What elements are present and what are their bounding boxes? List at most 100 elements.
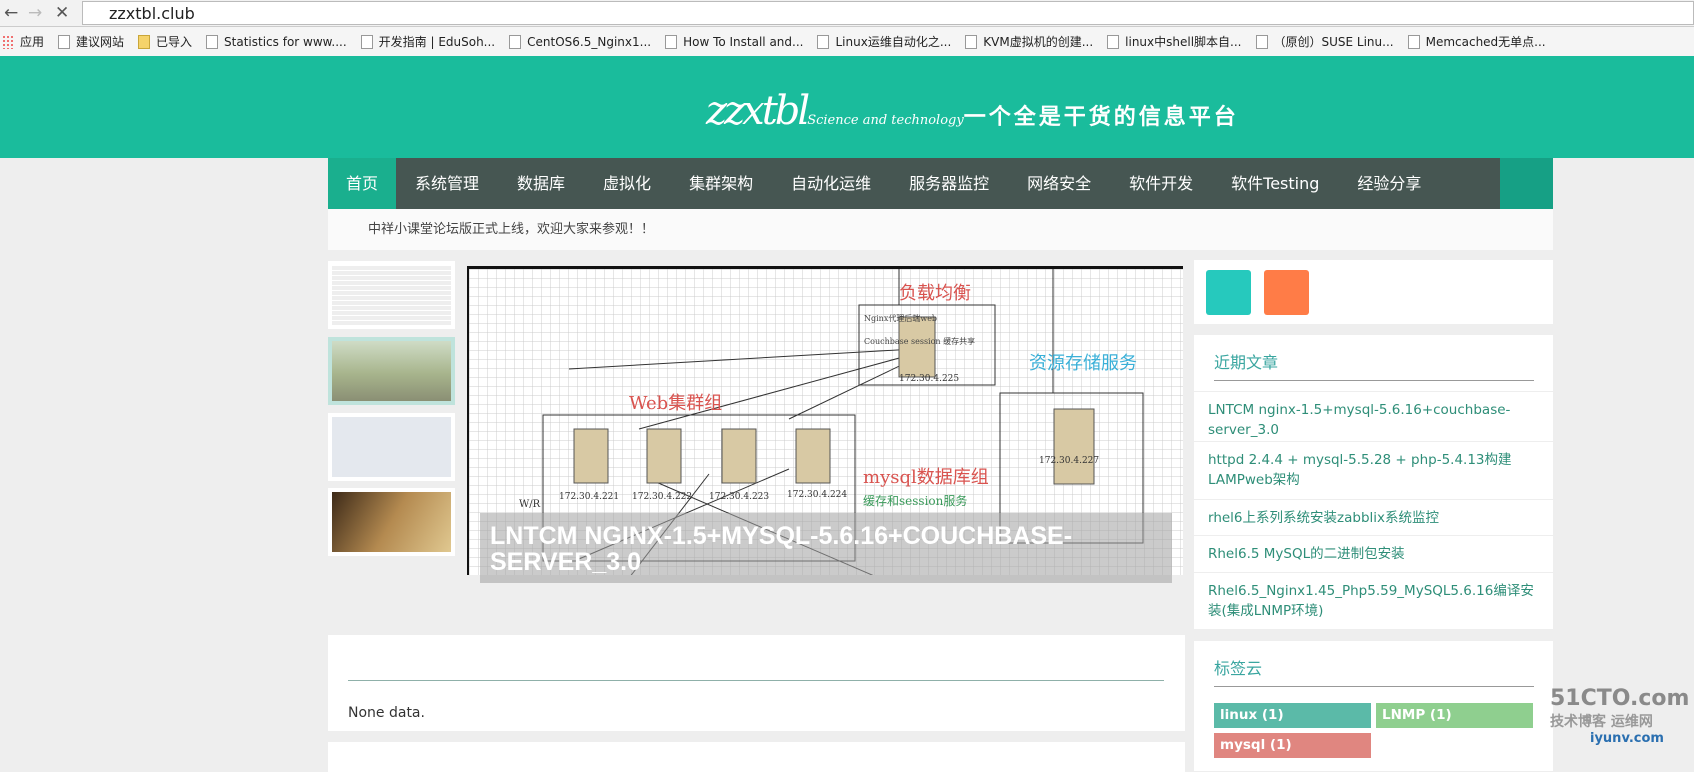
- page-icon: [1255, 34, 1268, 49]
- empty-message: None data.: [348, 705, 425, 721]
- recent-posts-widget: 近期文章 LNTCM nginx-1.5+mysql-5.6.16+couchb…: [1194, 335, 1553, 629]
- label-web-ip-2: 172.30.4.222: [632, 492, 692, 502]
- bookmark-item[interactable]: （原创）SUSE Linu...: [1255, 33, 1394, 50]
- nav-item-6[interactable]: 服务器监控: [890, 158, 1008, 209]
- watermark: 51CTO.com 技术博客 运维网 iyunv.com: [1550, 686, 1689, 746]
- page-icon: [817, 34, 830, 49]
- tag-lnmp[interactable]: LNMP (1): [1376, 703, 1533, 728]
- sidebar-color-box: [1194, 260, 1553, 324]
- bookmark-label: 开发指南 | EduSoh...: [378, 35, 496, 49]
- label-web-ip-4: 172.30.4.224: [787, 490, 847, 500]
- bookmark-item[interactable]: Memcached无单点...: [1407, 33, 1546, 50]
- bookmark-item[interactable]: 开发指南 | EduSoh...: [360, 33, 496, 50]
- nav-item-0[interactable]: 首页: [328, 158, 397, 209]
- watermark-line4: iyunv.com: [1590, 731, 1664, 746]
- page-icon: [1407, 34, 1420, 49]
- bookmark-label: Memcached无单点...: [1425, 35, 1546, 49]
- folder-icon: [138, 34, 151, 49]
- url-text: zzxtbl.club: [109, 4, 195, 23]
- slider-thumb-1[interactable]: [328, 261, 455, 329]
- slogan: 一个全是干货的信息平台: [963, 104, 1239, 130]
- divider: [348, 680, 1164, 681]
- bookmark-item[interactable]: 已导入: [138, 33, 192, 50]
- forward-icon[interactable]: →: [28, 3, 42, 23]
- label-storage: 资源存储服务: [1029, 353, 1137, 374]
- bookmark-label: 应用: [20, 35, 45, 49]
- bookmark-label: （原创）SUSE Linu...: [1273, 35, 1394, 49]
- bookmark-item[interactable]: How To Install and...: [665, 34, 804, 49]
- nav-item-2[interactable]: 数据库: [498, 158, 584, 209]
- nav-item-1[interactable]: 系统管理: [396, 158, 498, 209]
- nav-item-8[interactable]: 软件开发: [1110, 158, 1212, 209]
- label-cache: Couchbase session 缓存共享: [864, 336, 975, 346]
- bookmark-label: Linux运维自动化之...: [835, 35, 952, 49]
- page-icon: [1107, 34, 1120, 49]
- slider-caption[interactable]: LNTCM NGINX-1.5+MYSQL-5.6.16+COUCHBASE-S…: [480, 513, 1172, 583]
- bookmark-label: KVM虚拟机的创建...: [983, 35, 1094, 49]
- apps-icon: [2, 34, 14, 49]
- slider-thumb-2[interactable]: [328, 337, 455, 405]
- page-icon: [965, 34, 978, 49]
- bookmark-label: Statistics for www....: [224, 34, 347, 49]
- bookmark-item[interactable]: linux中shell脚本自...: [1107, 33, 1242, 50]
- bookmark-item[interactable]: Linux运维自动化之...: [817, 33, 951, 50]
- label-web-ip-1: 172.30.4.221: [559, 492, 619, 502]
- tag-mysql[interactable]: mysql (1): [1214, 733, 1371, 758]
- content-panel: None data.: [328, 635, 1185, 731]
- watermark-line2: 技术博客: [1550, 714, 1606, 730]
- color-square-teal[interactable]: [1206, 270, 1251, 315]
- nav-end-block: [1500, 158, 1553, 209]
- recent-post-link[interactable]: httpd 2.4.4 + mysql-5.5.28 + php-5.4.13构…: [1194, 441, 1553, 499]
- label-lb-desc: Nginx代理后端web: [864, 313, 937, 323]
- divider: [1214, 380, 1534, 381]
- page-icon: [58, 34, 71, 49]
- bookmark-item[interactable]: CentOS6.5_Nginx1...: [509, 34, 651, 49]
- bookmark-item[interactable]: 应用: [2, 33, 44, 50]
- slider-thumb-4[interactable]: [328, 488, 455, 556]
- page-icon: [665, 34, 678, 49]
- back-icon[interactable]: ←: [4, 3, 18, 23]
- slider-thumb-3[interactable]: [328, 413, 455, 481]
- recent-post-link[interactable]: rhel6上系列系统安装zabblix系统监控: [1194, 499, 1553, 535]
- notice-bar: 中祥小课堂论坛版正式上线，欢迎大家来参观！！: [328, 209, 1553, 250]
- content-panel-2: [328, 742, 1185, 772]
- tag-linux[interactable]: linux (1): [1214, 703, 1371, 728]
- url-input[interactable]: zzxtbl.club: [82, 1, 1694, 25]
- bookmark-item[interactable]: 建议网站: [58, 33, 124, 50]
- recent-post-link[interactable]: Rhel6.5 MySQL的二进制包安装: [1194, 535, 1553, 572]
- label-lb: 负载均衡: [899, 283, 971, 304]
- widget-title: 标签云: [1214, 659, 1263, 678]
- logo-sub: Science and technology: [807, 113, 964, 128]
- color-square-orange[interactable]: [1264, 270, 1309, 315]
- address-bar-area: ← → ✕ zzxtbl.club: [0, 0, 1694, 27]
- page-icon: [509, 34, 522, 49]
- nav-item-7[interactable]: 网络安全: [1008, 158, 1110, 209]
- stop-icon[interactable]: ✕: [55, 3, 69, 23]
- nav-item-5[interactable]: 自动化运维: [772, 158, 890, 209]
- bookmark-item[interactable]: KVM虚拟机的创建...: [965, 33, 1093, 50]
- label-lb-ip: 172.30.4.225: [899, 374, 959, 384]
- recent-post-link[interactable]: LNTCM nginx-1.5+mysql-5.6.16+couchbase-s…: [1194, 391, 1553, 441]
- main-nav: 首页 系统管理 数据库 虚拟化 集群架构 自动化运维 服务器监控 网络安全 软件开发 软件Test…: [328, 158, 1553, 209]
- nav-item-4[interactable]: 集群架构: [670, 158, 772, 209]
- nav-item-10[interactable]: 经验分享: [1338, 158, 1440, 209]
- widget-title: 近期文章: [1214, 353, 1279, 372]
- bookmark-label: linux中shell脚本自...: [1125, 35, 1242, 49]
- label-rw: W/R: [519, 499, 541, 510]
- site-logo[interactable]: zzxtblScience and technology一个全是干货的信息平台: [706, 88, 1239, 134]
- recent-post-link[interactable]: Rhel6.5_Nginx1.45_Php5.59_MySQL5.6.16编译安…: [1194, 572, 1553, 629]
- label-storage-ip: 172.30.4.227: [1039, 456, 1099, 466]
- page-icon: [206, 34, 219, 49]
- tag-cloud-widget: 标签云 linux (1) LNMP (1) mysql (1): [1194, 641, 1553, 771]
- divider: [1214, 686, 1534, 687]
- nav-item-3[interactable]: 虚拟化: [584, 158, 670, 209]
- bookmark-label: How To Install and...: [683, 34, 804, 49]
- page-icon: [360, 34, 373, 49]
- nav-item-9[interactable]: 软件Testing: [1212, 158, 1338, 209]
- label-web: Web集群组: [629, 393, 722, 414]
- bookmark-label: 已导入: [156, 35, 193, 49]
- label-web-ip-3: 172.30.4.223: [709, 492, 769, 502]
- bookmark-item[interactable]: Statistics for www....: [206, 34, 347, 49]
- bookmarks-bar: 应用 建议网站 已导入 Statistics for www.... 开发指南 | Ed…: [0, 27, 1694, 56]
- label-session: 缓存和session服务: [863, 493, 967, 508]
